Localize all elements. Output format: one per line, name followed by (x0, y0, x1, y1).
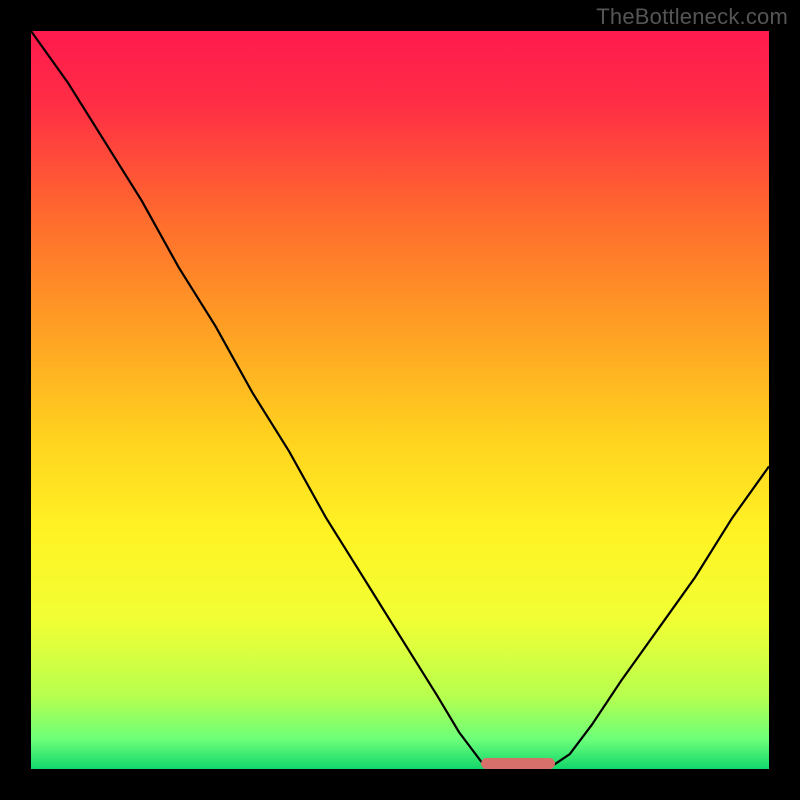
bottleneck-curve (31, 31, 769, 769)
plot-area (31, 31, 769, 769)
optimal-plateau-marker (481, 758, 555, 769)
watermark-text: TheBottleneck.com (596, 4, 788, 30)
chart-canvas: TheBottleneck.com (0, 0, 800, 800)
